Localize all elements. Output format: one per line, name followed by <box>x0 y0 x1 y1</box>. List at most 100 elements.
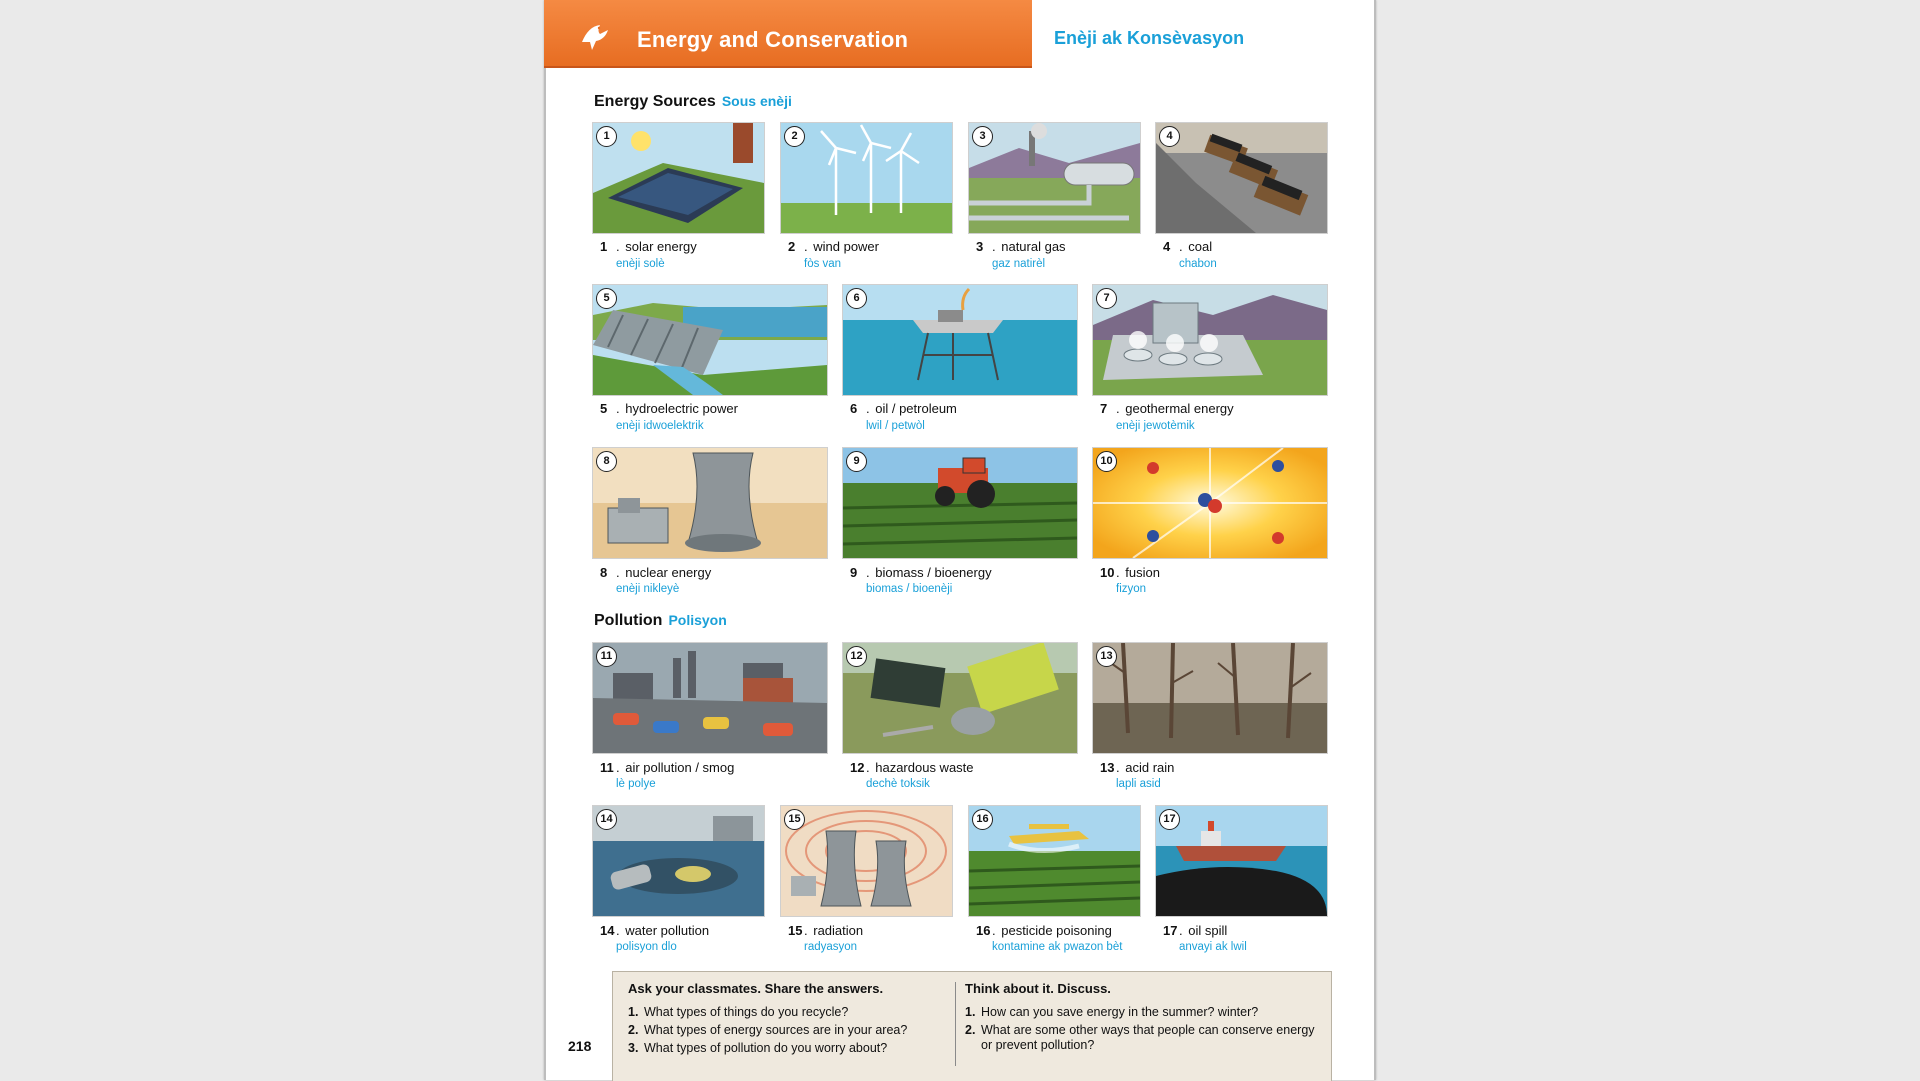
page-edge-left <box>544 0 546 1080</box>
item-number-badge: 15 <box>784 809 805 830</box>
item-label: 11. air pollution / smog <box>600 760 735 775</box>
item-english: solar energy <box>625 239 697 254</box>
solar-panel-icon <box>592 122 765 234</box>
page-title: Energy and Conservation <box>637 27 909 52</box>
column-divider <box>955 982 956 1066</box>
think-discuss-column: Think about it. Discuss. 1. How can you s… <box>965 981 1315 1056</box>
item-translation: enèji solè <box>616 258 665 270</box>
item-label: 8. nuclear energy <box>600 565 712 580</box>
item-number-badge: 14 <box>596 809 617 830</box>
item-number: 10 <box>1100 565 1115 580</box>
think-heading: Think about it. Discuss. <box>965 981 1111 996</box>
item-english: nuclear energy <box>625 565 712 580</box>
item-translation: radyasyon <box>804 941 858 953</box>
item-english: natural gas <box>1001 239 1066 254</box>
coal-mine-icon <box>1155 122 1328 234</box>
discussion-box: Ask your classmates. Share the answers. … <box>612 971 1332 1081</box>
item-label: 17. oil spill <box>1163 923 1228 938</box>
item-number: 12 <box>850 760 865 775</box>
item-number-badge: 2 <box>784 126 805 147</box>
item-english: water pollution <box>625 923 710 938</box>
item-translation: enèji nikleyè <box>616 583 680 595</box>
question-number: 2. <box>965 1023 976 1037</box>
page-number: 218 <box>568 1038 592 1054</box>
item-number: 7 <box>1100 401 1108 416</box>
smog-traffic-icon <box>592 642 828 754</box>
item-english: fusion <box>1125 565 1160 580</box>
item-english: oil / petroleum <box>875 401 957 416</box>
item-english: oil spill <box>1188 923 1228 938</box>
item-english: air pollution / smog <box>625 760 735 775</box>
item-translation: anvayi ak lwil <box>1179 941 1247 953</box>
polluted-water-icon <box>592 805 765 917</box>
item-number-badge: 16 <box>972 809 993 830</box>
item-english: geothermal energy <box>1125 401 1234 416</box>
oil-rig-icon <box>842 284 1078 396</box>
cooling-tower-icon <box>592 447 828 559</box>
question-text: What types of pollution do you worry abo… <box>644 1041 888 1055</box>
item-label: 13. acid rain <box>1100 760 1175 775</box>
question-number: 2. <box>628 1023 639 1037</box>
item-label: 10. fusion <box>1100 565 1160 580</box>
oil-tanker-icon <box>1155 805 1328 917</box>
item-number-badge: 12 <box>846 646 867 667</box>
item-label: 7. geothermal energy <box>1100 401 1234 416</box>
question-text: What types of things do you recycle? <box>644 1005 849 1019</box>
item-translation: dechè toksik <box>866 778 930 790</box>
item-number-badge: 9 <box>846 451 867 472</box>
item-number: 13 <box>1100 760 1115 775</box>
item-label: 4. coal <box>1163 239 1213 254</box>
question-text: What types of energy sources are in your… <box>644 1023 908 1037</box>
item-number-badge: 4 <box>1159 126 1180 147</box>
item-number-badge: 7 <box>1096 288 1117 309</box>
item-english: pesticide poisoning <box>1001 923 1112 938</box>
item-number-badge: 6 <box>846 288 867 309</box>
item-number: 17 <box>1163 923 1178 938</box>
item-translation: polisyon dlo <box>616 941 677 953</box>
item-translation: lè polye <box>616 778 656 790</box>
item-label: 15. radiation <box>788 923 864 938</box>
item-label: 14. water pollution <box>600 923 710 938</box>
wind-turbine-icon <box>780 122 953 234</box>
gas-pipeline-icon <box>968 122 1141 234</box>
atom-fusion-icon <box>1092 447 1328 559</box>
item-number-badge: 8 <box>596 451 617 472</box>
item-english: biomass / bioenergy <box>875 565 992 580</box>
item-label: 5. hydroelectric power <box>600 401 738 416</box>
item-number: 11 <box>600 760 614 775</box>
question-text: What are some other ways that people can… <box>981 1023 1315 1052</box>
item-number: 16 <box>976 923 991 938</box>
item-translation: fòs van <box>804 258 842 270</box>
dead-trees-icon <box>1092 642 1328 754</box>
item-english: wind power <box>813 239 879 254</box>
item-english: radiation <box>813 923 864 938</box>
item-label: 16. pesticide poisoning <box>976 923 1112 938</box>
ask-heading: Ask your classmates. Share the answers. <box>628 981 884 996</box>
item-label: 12. hazardous waste <box>850 760 974 775</box>
section-label: Pollution <box>594 612 663 629</box>
item-translation: biomas / bioenèji <box>866 583 953 595</box>
item-number-badge: 11 <box>596 646 617 667</box>
question-number: 1. <box>965 1005 976 1019</box>
item-number: 5 <box>600 401 608 416</box>
radiation-icon <box>780 805 953 917</box>
question-item: 1. How can you save energy in the summer?… <box>965 1005 1315 1020</box>
section-energy-sources: Energy Sources Sous enèji <box>594 93 792 111</box>
dam-icon <box>592 284 828 396</box>
item-translation: kontamine ak pwazon bèt <box>992 941 1123 953</box>
item-translation: fizyon <box>1116 583 1147 595</box>
item-translation: gaz natirèl <box>992 258 1046 270</box>
section-translation: Sous enèji <box>721 93 792 109</box>
item-number: 15 <box>788 923 803 938</box>
crop-duster-icon <box>968 805 1141 917</box>
question-text: How can you save energy in the summer? w… <box>981 1005 1259 1019</box>
item-translation: chabon <box>1179 258 1217 270</box>
ask-classmates-column: Ask your classmates. Share the answers. … <box>628 981 938 1059</box>
item-label: 2. wind power <box>788 239 879 254</box>
section-label: Energy Sources <box>594 93 716 110</box>
question-number: 1. <box>628 1005 639 1019</box>
page-title-translation: Enèji ak Konsèvasyon <box>1054 28 1245 48</box>
item-number: 9 <box>850 565 858 580</box>
item-english: acid rain <box>1125 760 1175 775</box>
item-translation: enèji jewotèmik <box>1116 420 1195 432</box>
